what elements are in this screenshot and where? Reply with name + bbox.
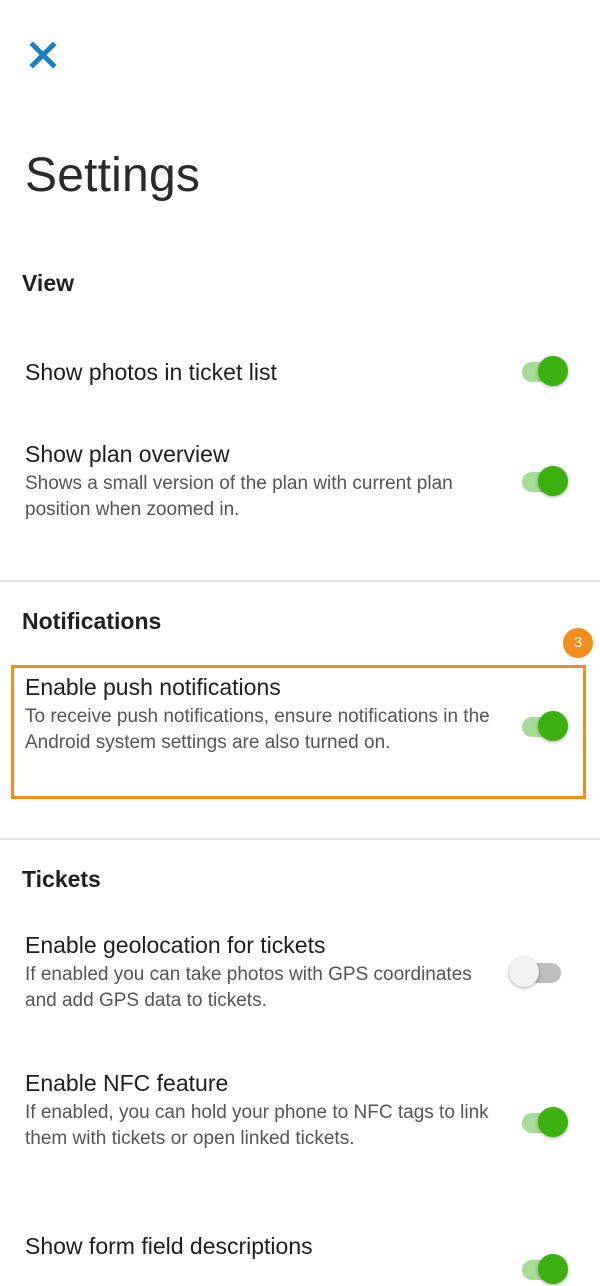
toggle-nfc[interactable] xyxy=(520,1105,572,1139)
toggle-show-photos[interactable] xyxy=(520,354,572,388)
toggle-knob xyxy=(538,466,568,496)
setting-show-photos: Show photos in ticket list xyxy=(25,357,495,387)
toggle-plan-overview[interactable] xyxy=(520,464,572,498)
setting-title: Enable push notifications xyxy=(25,674,281,700)
close-icon xyxy=(28,40,58,70)
setting-description: If enabled, you can hold your phone to N… xyxy=(25,1102,489,1149)
toggle-knob xyxy=(509,957,539,987)
setting-description: Shows a small version of the plan with c… xyxy=(25,473,453,520)
setting-title: Enable NFC feature xyxy=(25,1070,229,1096)
toggle-form-field-descriptions[interactable] xyxy=(520,1252,572,1286)
setting-title: Show plan overview xyxy=(25,441,230,467)
toggle-knob xyxy=(538,711,568,741)
setting-title: Enable geolocation for tickets xyxy=(25,932,326,958)
setting-description: To receive push notifications, ensure no… xyxy=(25,706,490,753)
setting-description: If enabled you can take photos with GPS … xyxy=(25,964,472,1011)
toggle-knob xyxy=(538,1107,568,1137)
step-badge: 3 xyxy=(563,628,593,658)
section-divider xyxy=(0,580,600,582)
section-header-tickets: Tickets xyxy=(22,866,101,892)
page-title: Settings xyxy=(25,149,201,202)
toggle-knob xyxy=(538,356,568,386)
toggle-knob xyxy=(538,1254,568,1284)
setting-title: Show form field descriptions xyxy=(25,1233,313,1259)
toggle-geolocation[interactable] xyxy=(509,955,561,989)
setting-form-field-descriptions: Show form field descriptions xyxy=(25,1231,495,1261)
setting-title: Show photos in ticket list xyxy=(25,359,277,385)
section-header-view: View xyxy=(22,270,74,296)
close-button[interactable] xyxy=(28,40,58,70)
setting-nfc: Enable NFC feature If enabled, you can h… xyxy=(25,1068,495,1152)
setting-geolocation: Enable geolocation for tickets If enable… xyxy=(25,930,495,1014)
section-divider xyxy=(0,838,600,840)
setting-plan-overview: Show plan overview Shows a small version… xyxy=(25,439,495,523)
toggle-push-notifications[interactable] xyxy=(520,709,572,743)
setting-push-notifications: Enable push notifications To receive pus… xyxy=(25,672,495,756)
section-header-notifications: Notifications xyxy=(22,608,162,634)
